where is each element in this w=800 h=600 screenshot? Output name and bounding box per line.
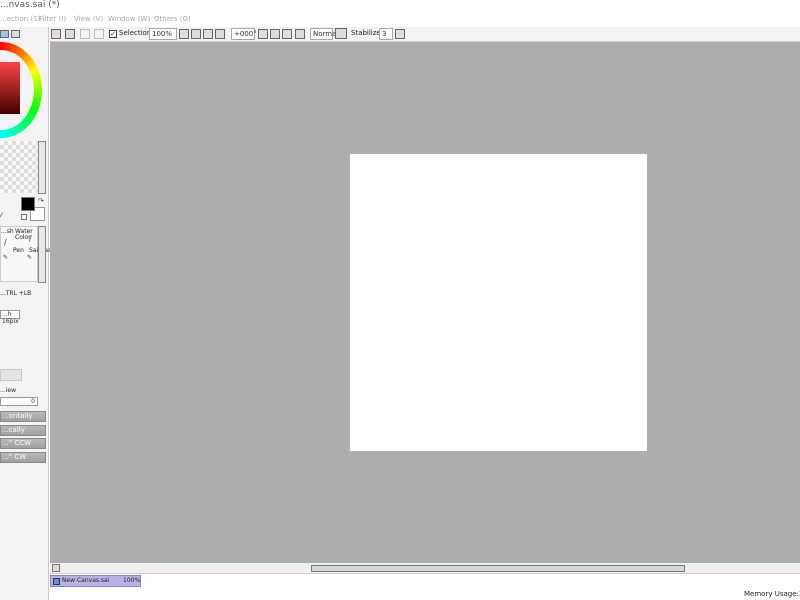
eyedropper-icon[interactable]: ⁄ [0, 212, 2, 222]
rotate-cw-button[interactable] [270, 29, 280, 39]
rotate-reset-button[interactable] [282, 29, 292, 39]
color-mode-button-2[interactable] [11, 30, 20, 38]
zoom-out-button[interactable] [179, 29, 189, 39]
invert-selection-button[interactable] [94, 29, 104, 39]
saturation-value-square[interactable] [0, 62, 20, 114]
menu-window[interactable]: Window (W) [108, 15, 150, 23]
menu-selection[interactable]: ...ection (S) [0, 15, 40, 23]
horizontal-scroll-thumb[interactable] [311, 565, 685, 572]
rotation-input[interactable]: +000° [231, 28, 257, 40]
document-name: New Canvas.sai [62, 577, 110, 584]
swap-colors-icon[interactable]: ↷ [38, 197, 44, 205]
rotate-ccw-button[interactable] [258, 29, 268, 39]
rotate-cw-canvas-button[interactable]: ...° CW [0, 452, 46, 463]
foreground-color-swatch[interactable] [21, 197, 35, 211]
zoom-in-button[interactable] [191, 29, 201, 39]
document-icon [53, 578, 60, 585]
flip-vertical-button[interactable]: ...cally [0, 425, 46, 436]
deselect-button[interactable] [80, 29, 90, 39]
color-swatches[interactable] [0, 141, 38, 193]
eraser-icon: ✎ [27, 254, 33, 261]
selection-checkbox[interactable]: ✓ [109, 30, 117, 38]
redo-button[interactable] [65, 29, 75, 39]
undo-button[interactable] [51, 29, 61, 39]
tool-palette: ...sh Water Color / / Pen SaiEras ✎ ✎ [0, 226, 51, 282]
title-bar: ...nvas.sai (*) [0, 0, 800, 12]
color-mode-button[interactable] [0, 30, 9, 38]
flip-horizontal-button[interactable]: ...ontally [0, 411, 46, 422]
flip-view-button[interactable] [295, 29, 305, 39]
menu-bar: ...ection (S) Filter (I) View (V) Window… [0, 12, 800, 27]
stabilizer-dropdown[interactable] [395, 29, 405, 39]
tool-pen[interactable]: Pen [13, 248, 24, 254]
canvas-paper[interactable] [350, 154, 647, 451]
zoom-fit-button[interactable] [215, 29, 225, 39]
menu-filter[interactable]: Filter (I) [39, 15, 66, 23]
zoom-input[interactable]: 100% [149, 28, 177, 40]
pen-icon: ✎ [3, 254, 9, 261]
blend-mode-select[interactable]: Normal [310, 28, 338, 40]
watercolor-brush-icon: / [29, 234, 32, 243]
document-zoom: 100% [123, 577, 141, 584]
window-title: ...nvas.sai (*) [0, 0, 60, 10]
blend-mode-dropdown[interactable] [335, 28, 347, 39]
document-tab[interactable]: New Canvas.sai 100% [50, 575, 141, 587]
view-label: ...iew [0, 387, 16, 394]
tool-brush[interactable]: ...sh [1, 229, 14, 235]
view-value-field[interactable]: 0 [0, 397, 38, 406]
menu-others[interactable]: Others (O) [154, 15, 191, 23]
rotate-ccw-canvas-button[interactable]: ...° CCW [0, 438, 46, 449]
swatches-scrollbar[interactable] [38, 141, 46, 194]
menu-view[interactable]: View (V) [74, 15, 103, 23]
zoom-reset-button[interactable] [203, 29, 213, 39]
panel-button[interactable] [0, 369, 22, 381]
scroll-left-button[interactable] [52, 564, 60, 572]
memory-usage: Memory Usage:32% [744, 590, 800, 598]
shortcut-text: ...TRL +LB [0, 290, 32, 297]
toolbar: ✓ Selection: 100% +000° Normal Stabilize… [49, 27, 800, 42]
stabilizer-select[interactable]: 3 [379, 28, 393, 40]
brush-size-field[interactable]: ...h 16pix [0, 310, 20, 325]
tools-scrollbar[interactable] [38, 226, 46, 283]
transparent-color-icon[interactable] [21, 214, 27, 220]
brush-icon: / [4, 238, 7, 247]
